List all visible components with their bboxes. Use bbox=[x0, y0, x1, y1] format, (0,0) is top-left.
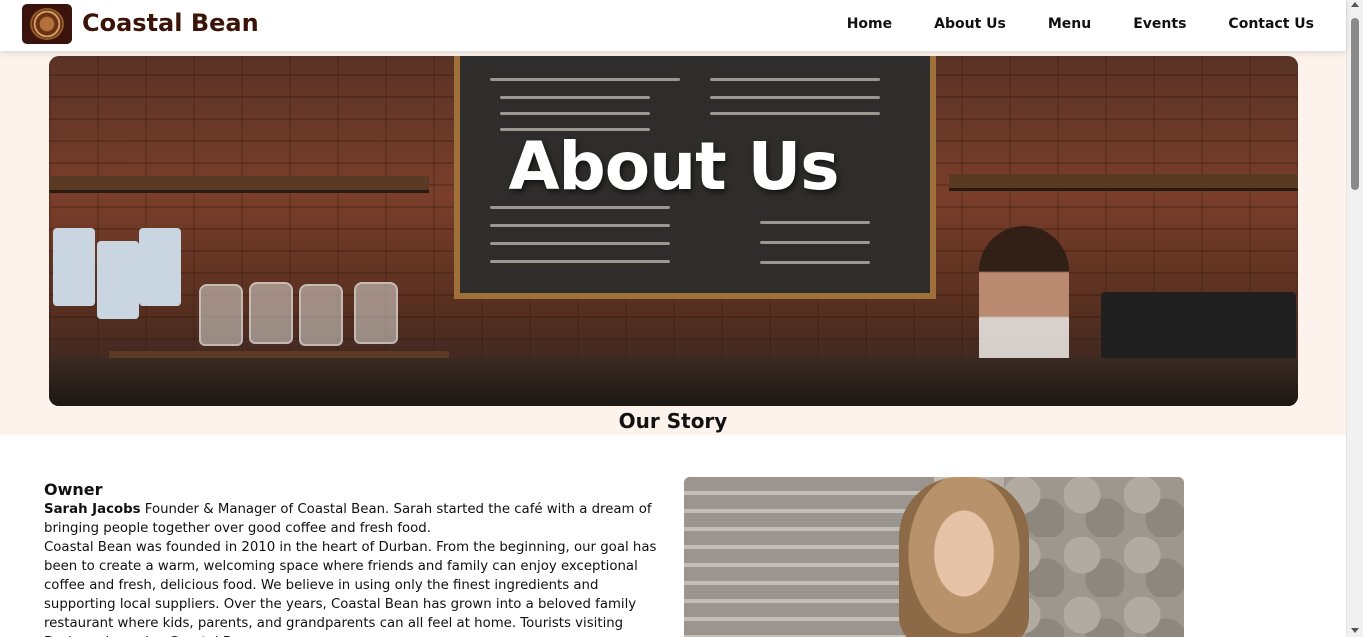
jar bbox=[354, 282, 398, 344]
hero-title: About Us bbox=[508, 128, 839, 205]
jar bbox=[199, 284, 243, 346]
hero-image: About Us bbox=[49, 56, 1298, 406]
jar bbox=[299, 284, 343, 346]
coffee-bag bbox=[53, 228, 95, 306]
main-nav: Home About Us Menu Events Contact Us bbox=[805, 16, 1314, 32]
owner-heading: Owner bbox=[44, 480, 103, 499]
section-title: Our Story bbox=[618, 409, 728, 433]
nav-events[interactable]: Events bbox=[1133, 16, 1186, 32]
coffee-bean-logo-icon[interactable] bbox=[22, 4, 72, 44]
scroll-thumb[interactable] bbox=[1351, 18, 1359, 190]
page-scrollbar[interactable] bbox=[1346, 0, 1363, 637]
brand-name[interactable]: Coastal Bean bbox=[82, 9, 259, 37]
jar bbox=[249, 282, 293, 344]
nav-about-us[interactable]: About Us bbox=[934, 16, 1006, 32]
counter bbox=[49, 358, 1298, 406]
owner-photo bbox=[684, 477, 1184, 637]
nav-menu[interactable]: Menu bbox=[1048, 16, 1091, 32]
nav-home[interactable]: Home bbox=[847, 16, 892, 32]
scroll-up-icon[interactable] bbox=[1351, 2, 1359, 7]
owner-description: Sarah Jacobs Founder & Manager of Coasta… bbox=[44, 500, 674, 637]
story-paragraph: Coastal Bean was founded in 2010 in the … bbox=[44, 540, 657, 637]
scroll-down-icon[interactable] bbox=[1351, 628, 1359, 633]
nav-contact-us[interactable]: Contact Us bbox=[1228, 16, 1314, 32]
coffee-bag bbox=[97, 241, 139, 319]
site-header: Coastal Bean Home About Us Menu Events C… bbox=[0, 0, 1346, 51]
owner-name: Sarah Jacobs bbox=[44, 502, 141, 517]
coffee-bag bbox=[139, 228, 181, 306]
